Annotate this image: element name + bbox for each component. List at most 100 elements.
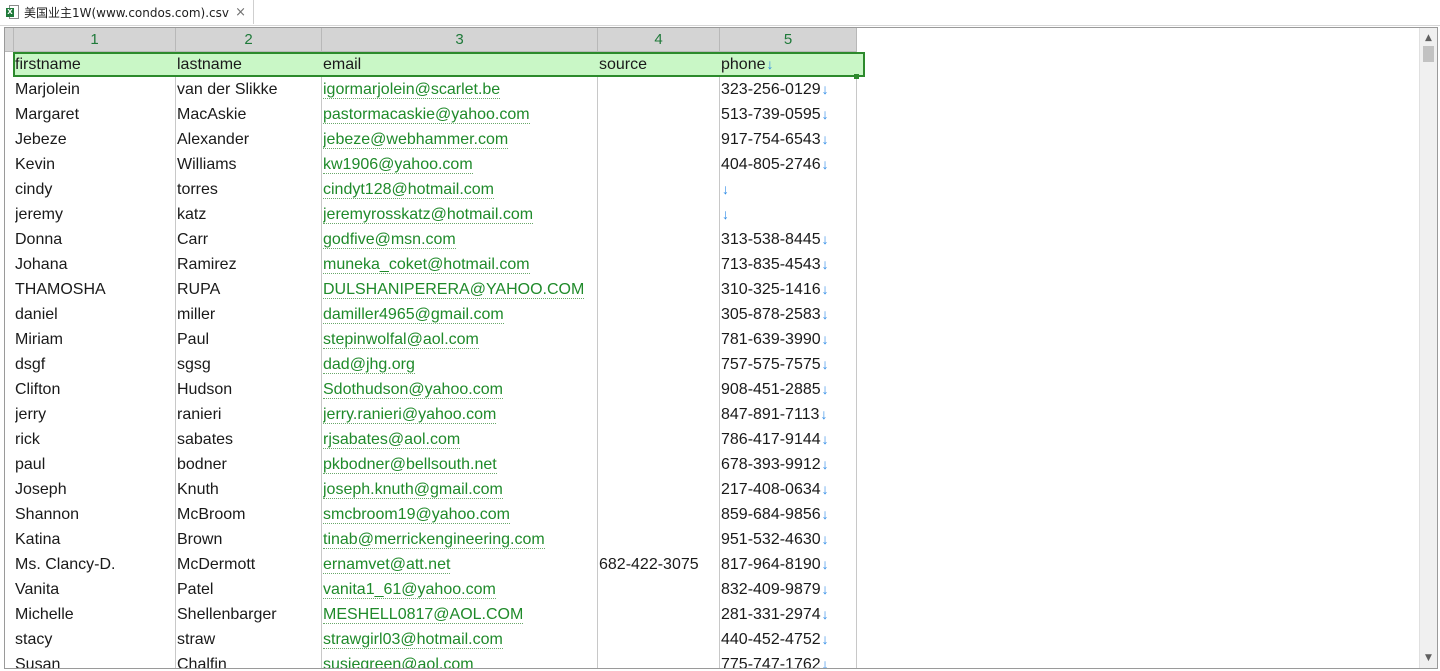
column-header-4[interactable]: 4 <box>598 28 720 52</box>
table-row[interactable]: Michelle Shellenbarger MESHELL0817@AOL.COM… <box>5 602 1419 627</box>
cell-email[interactable]: jebeze@webhammer.com <box>323 127 597 152</box>
cell-source[interactable] <box>599 227 719 252</box>
scroll-up-icon[interactable]: ▲ <box>1420 30 1437 46</box>
cell-phone[interactable]: 847-891-7113↓ <box>721 402 855 427</box>
cell-email[interactable]: smcbroom19@yahoo.com <box>323 502 597 527</box>
cell-lastname[interactable]: sgsg <box>177 352 321 377</box>
table-row[interactable]: Kevin Williams kw1906@yahoo.com 404-805-274… <box>5 152 1419 177</box>
cell-firstname[interactable]: Vanita <box>15 577 173 602</box>
cell-lastname[interactable]: Alexander <box>177 127 321 152</box>
cell-lastname[interactable]: Carr <box>177 227 321 252</box>
cell-phone[interactable]: 908-451-2885↓ <box>721 377 855 402</box>
cell-email[interactable]: DULSHANIPERERA@YAHOO.COM <box>323 277 597 302</box>
column-header-3[interactable]: 3 <box>322 28 598 52</box>
cell-lastname-header[interactable]: lastname <box>177 52 321 77</box>
select-all-corner[interactable] <box>5 28 14 52</box>
cell-source[interactable] <box>599 252 719 277</box>
cell-phone[interactable]: ↓ <box>721 202 855 227</box>
cell-email[interactable]: damiller4965@gmail.com <box>323 302 597 327</box>
cell-source[interactable] <box>599 302 719 327</box>
cell-source[interactable] <box>599 627 719 652</box>
table-row[interactable]: Joseph Knuth joseph.knuth@gmail.com 217-408… <box>5 477 1419 502</box>
table-row[interactable]: Clifton Hudson Sdothudson@yahoo.com 908-451… <box>5 377 1419 402</box>
cell-email-header[interactable]: email <box>323 52 597 77</box>
cell-phone[interactable]: 305-878-2583↓ <box>721 302 855 327</box>
cell-source[interactable] <box>599 477 719 502</box>
cell-firstname[interactable]: daniel <box>15 302 173 327</box>
cell-phone[interactable]: 404-805-2746↓ <box>721 152 855 177</box>
header-row[interactable]: firstname lastname email source phone↓ <box>13 52 865 77</box>
table-row[interactable]: dsgf sgsg dad@jhg.org 757-575-7575↓ <box>5 352 1419 377</box>
cell-email[interactable]: cindyt128@hotmail.com <box>323 177 597 202</box>
cell-phone-header[interactable]: phone↓ <box>721 52 859 77</box>
cell-lastname[interactable]: Shellenbarger <box>177 602 321 627</box>
table-row[interactable]: Jebeze Alexander jebeze@webhammer.com 917-7… <box>5 127 1419 152</box>
cell-phone[interactable]: 310-325-1416↓ <box>721 277 855 302</box>
cell-firstname[interactable]: Miriam <box>15 327 173 352</box>
table-row[interactable]: THAMOSHA RUPA DULSHANIPERERA@YAHOO.COM 310-… <box>5 277 1419 302</box>
cell-source[interactable]: 682-422-3075 <box>599 552 719 577</box>
cell-email[interactable]: pastormacaskie@yahoo.com <box>323 102 597 127</box>
scrollbar-thumb[interactable] <box>1423 46 1434 62</box>
cell-firstname[interactable]: Kevin <box>15 152 173 177</box>
cell-lastname[interactable]: bodner <box>177 452 321 477</box>
cell-firstname[interactable]: Michelle <box>15 602 173 627</box>
cell-source[interactable] <box>599 177 719 202</box>
cell-email[interactable]: jerry.ranieri@yahoo.com <box>323 402 597 427</box>
cell-email[interactable]: stepinwolfal@aol.com <box>323 327 597 352</box>
cell-lastname[interactable]: MacAskie <box>177 102 321 127</box>
table-row[interactable]: Shannon McBroom smcbroom19@yahoo.com 859-68… <box>5 502 1419 527</box>
cell-firstname[interactable]: THAMOSHA <box>15 277 173 302</box>
cell-source[interactable] <box>599 652 719 668</box>
cell-email[interactable]: godfive@msn.com <box>323 227 597 252</box>
cell-firstname[interactable]: cindy <box>15 177 173 202</box>
cell-email[interactable]: jeremyrosskatz@hotmail.com <box>323 202 597 227</box>
table-row[interactable]: Donna Carr godfive@msn.com 313-538-8445↓ <box>5 227 1419 252</box>
cell-lastname[interactable]: Chalfin <box>177 652 321 668</box>
column-header-5[interactable]: 5 <box>720 28 857 52</box>
cell-phone[interactable]: 440-452-4752↓ <box>721 627 855 652</box>
cell-lastname[interactable]: Knuth <box>177 477 321 502</box>
cell-firstname[interactable]: jerry <box>15 402 173 427</box>
cell-source[interactable] <box>599 127 719 152</box>
cell-source[interactable] <box>599 77 719 102</box>
spreadsheet-grid[interactable]: 1 2 3 4 5 firstname lastname email sourc… <box>4 27 1438 669</box>
cell-phone[interactable]: 859-684-9856↓ <box>721 502 855 527</box>
table-row[interactable]: Johana Ramirez muneka_coket@hotmail.com 713… <box>5 252 1419 277</box>
table-row[interactable]: Vanita Patel vanita1_61@yahoo.com 832-409-9… <box>5 577 1419 602</box>
cell-firstname[interactable]: jeremy <box>15 202 173 227</box>
cell-phone[interactable]: 951-532-4630↓ <box>721 527 855 552</box>
table-row[interactable]: jerry ranieri jerry.ranieri@yahoo.com 847-8… <box>5 402 1419 427</box>
cell-email[interactable]: pkbodner@bellsouth.net <box>323 452 597 477</box>
cell-lastname[interactable]: miller <box>177 302 321 327</box>
cell-lastname[interactable]: torres <box>177 177 321 202</box>
cell-firstname[interactable]: Margaret <box>15 102 173 127</box>
table-row[interactable]: stacy straw strawgirl03@hotmail.com 440-452… <box>5 627 1419 652</box>
cell-lastname[interactable]: RUPA <box>177 277 321 302</box>
cell-email[interactable]: MESHELL0817@AOL.COM <box>323 602 597 627</box>
cell-email[interactable]: vanita1_61@yahoo.com <box>323 577 597 602</box>
cell-firstname[interactable]: Johana <box>15 252 173 277</box>
cell-phone[interactable]: 281-331-2974↓ <box>721 602 855 627</box>
cell-source[interactable] <box>599 527 719 552</box>
cell-lastname[interactable]: Brown <box>177 527 321 552</box>
cell-source[interactable] <box>599 452 719 477</box>
cell-source[interactable] <box>599 102 719 127</box>
cell-phone[interactable]: 832-409-9879↓ <box>721 577 855 602</box>
table-row[interactable]: Marjolein van der Slikke igormarjolein@sca… <box>5 77 1419 102</box>
cell-source[interactable] <box>599 602 719 627</box>
cell-source[interactable] <box>599 277 719 302</box>
cell-email[interactable]: igormarjolein@scarlet.be <box>323 77 597 102</box>
cell-email[interactable]: muneka_coket@hotmail.com <box>323 252 597 277</box>
cell-phone[interactable]: 786-417-9144↓ <box>721 427 855 452</box>
cell-email[interactable]: strawgirl03@hotmail.com <box>323 627 597 652</box>
table-row[interactable]: rick sabates rjsabates@aol.com 786-417-9144… <box>5 427 1419 452</box>
cell-source[interactable] <box>599 327 719 352</box>
cell-email[interactable]: joseph.knuth@gmail.com <box>323 477 597 502</box>
cell-email[interactable]: rjsabates@aol.com <box>323 427 597 452</box>
scroll-down-icon[interactable]: ▼ <box>1420 650 1437 666</box>
cell-source-header[interactable]: source <box>599 52 719 77</box>
cell-phone[interactable]: 817-964-8190↓ <box>721 552 855 577</box>
cell-lastname[interactable]: Williams <box>177 152 321 177</box>
cell-email[interactable]: tinab@merrickengineering.com <box>323 527 597 552</box>
